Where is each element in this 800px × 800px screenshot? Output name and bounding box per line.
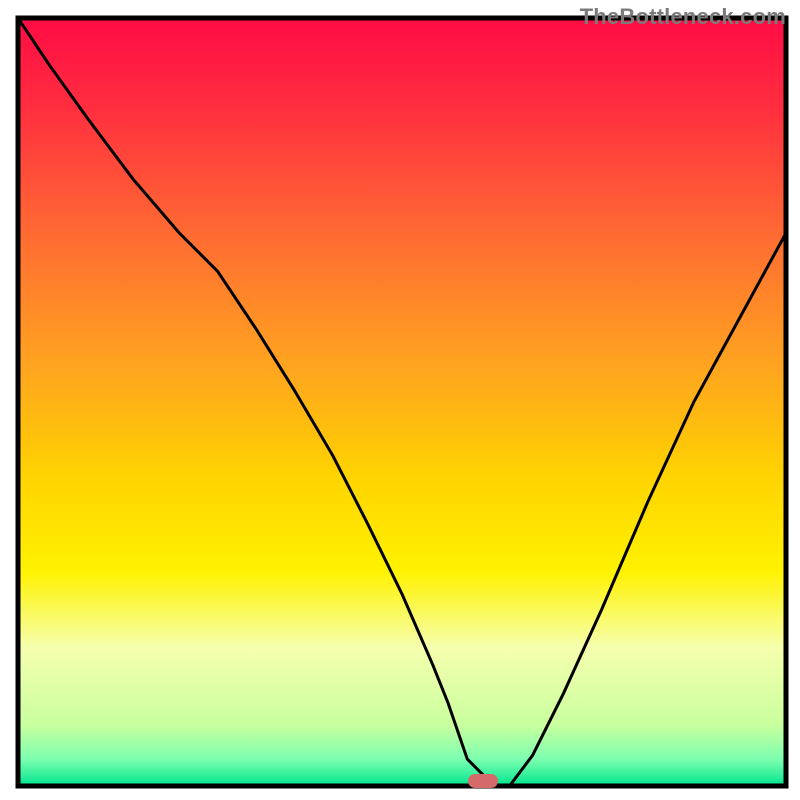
selection-marker (468, 774, 498, 788)
severity-gradient (18, 18, 786, 786)
watermark-text: TheBottleneck.com (580, 6, 786, 28)
chart-svg (0, 0, 800, 800)
chart-container: TheBottleneck.com (0, 0, 800, 800)
